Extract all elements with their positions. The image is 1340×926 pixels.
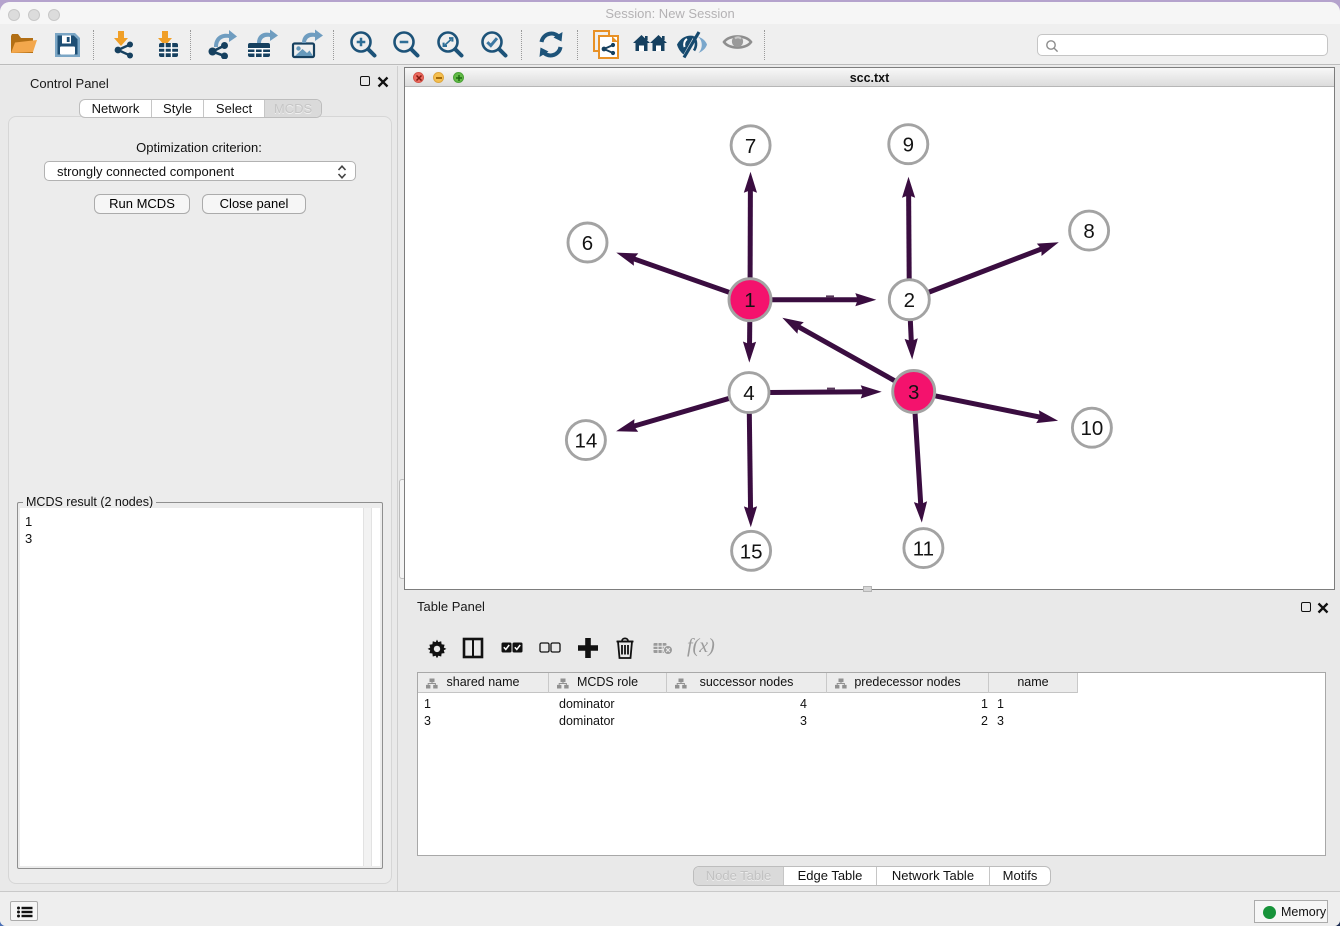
- svg-text:9: 9: [903, 134, 914, 157]
- svg-text:14: 14: [574, 430, 597, 453]
- svg-text:7: 7: [745, 135, 756, 158]
- svg-text:4: 4: [743, 382, 754, 405]
- svg-text:8: 8: [1083, 220, 1094, 243]
- svg-text:11: 11: [913, 538, 934, 561]
- svg-text:6: 6: [582, 232, 593, 255]
- svg-text:2: 2: [904, 289, 915, 312]
- svg-text:10: 10: [1080, 417, 1103, 440]
- svg-text:15: 15: [740, 540, 763, 563]
- svg-text:1: 1: [744, 289, 755, 312]
- svg-text:3: 3: [908, 381, 919, 404]
